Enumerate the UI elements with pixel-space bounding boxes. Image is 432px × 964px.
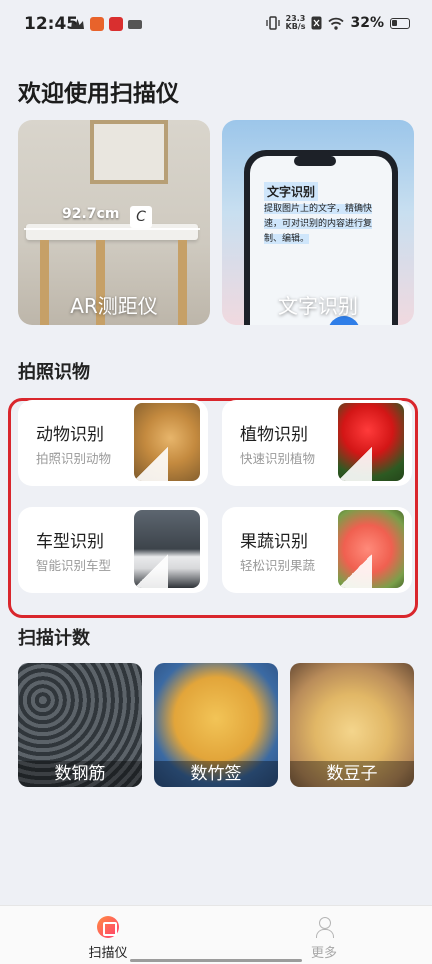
plant-recognition-card[interactable]: 植物识别 快速识别植物 [222, 400, 412, 486]
more-notifications-icon [128, 19, 142, 29]
battery-percent: 32% [350, 15, 384, 31]
dog-photo [134, 403, 200, 481]
card-title: 植物识别 [240, 425, 308, 445]
card-title: 车型识别 [36, 532, 104, 552]
sim-icon [311, 16, 322, 30]
peach-photo [338, 510, 404, 588]
card-title: 动物识别 [36, 425, 104, 445]
text-recognition-card[interactable]: 文字识别 提取图片上的文字，精确快速，可对识别的内容进行复制、编辑。 文字识别 [222, 120, 414, 325]
card-description: 快速识别植物 [240, 451, 316, 466]
ocr-sample-title: 文字识别 [264, 182, 319, 201]
count-card-label: 数竹签 [154, 761, 278, 787]
nav-item-more[interactable]: 更多 [284, 916, 364, 961]
status-notification-icons [70, 17, 142, 31]
wifi-icon [328, 17, 345, 30]
ar-measure-label: AR测距仪 [70, 294, 158, 318]
battery-icon [390, 17, 410, 29]
section-title-photo-recognition: 拍照识物 [18, 362, 90, 383]
bottom-nav: 扫描仪 更多 [0, 905, 432, 964]
network-speed: 23.3 KB/s [285, 14, 306, 31]
count-card-label: 数钢筋 [18, 761, 142, 787]
animal-recognition-card[interactable]: 动物识别 拍照识别动物 [18, 400, 208, 486]
card-title: 果蔬识别 [240, 532, 308, 552]
status-bar: 12:45 23.3 KB/s 32% [0, 0, 432, 50]
measure-readout: 92.7cm [62, 206, 120, 222]
home-indicator[interactable] [130, 959, 302, 962]
text-recognition-label: 文字识别 [278, 294, 358, 318]
car-photo [134, 510, 200, 588]
measure-line [24, 228, 200, 230]
produce-recognition-card[interactable]: 果蔬识别 轻松识别果蔬 [222, 507, 412, 593]
card-description: 轻松识别果蔬 [240, 558, 316, 573]
car-recognition-card[interactable]: 车型识别 智能识别车型 [18, 507, 208, 593]
scanner-icon [97, 916, 119, 938]
tulip-photo [338, 403, 404, 481]
count-bean-card[interactable]: 数豆子 [290, 663, 414, 787]
count-rebar-card[interactable]: 数钢筋 [18, 663, 142, 787]
app-notification-icon [109, 17, 123, 31]
card-description: 拍照识别动物 [36, 451, 112, 466]
status-system-icons: 23.3 KB/s 32% [265, 14, 410, 31]
user-icon [313, 916, 335, 938]
app-notification-icon [90, 17, 104, 31]
wall-frame-image [90, 120, 168, 184]
vibrate-icon [265, 16, 280, 30]
section-title-scan-count: 扫描计数 [18, 628, 90, 649]
ar-measure-card[interactable]: 92.7cm C AR测距仪 [18, 120, 210, 325]
table-image [26, 224, 198, 240]
ocr-sample-text: 提取图片上的文字，精确快速，可对识别的内容进行复制、编辑。 [264, 204, 373, 244]
crown-icon [71, 18, 84, 29]
card-description: 智能识别车型 [36, 558, 112, 573]
cup-image: C [130, 206, 152, 228]
nav-item-scanner[interactable]: 扫描仪 [68, 916, 148, 961]
count-card-label: 数豆子 [290, 761, 414, 787]
count-skewer-card[interactable]: 数竹签 [154, 663, 278, 787]
page-title: 欢迎使用扫描仪 [18, 81, 179, 107]
